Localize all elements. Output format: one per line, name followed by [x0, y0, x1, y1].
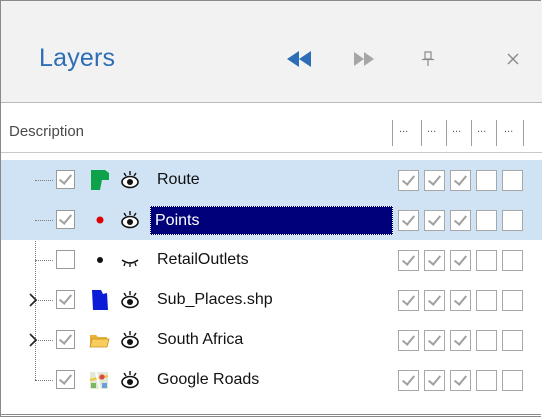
- layer-row-points[interactable]: Points: [1, 200, 542, 240]
- layer-row-retailoutlets[interactable]: RetailOutlets: [1, 240, 542, 280]
- double-left-arrow-icon: [287, 51, 311, 67]
- column-separator: [496, 120, 497, 146]
- panel-bottom-border: [0, 414, 541, 415]
- layer-cell-checkbox[interactable]: [398, 210, 419, 231]
- layer-name[interactable]: Route: [153, 165, 203, 195]
- layer-cell-checkbox[interactable]: [424, 210, 445, 231]
- column-header-3[interactable]: ...: [452, 123, 461, 135]
- back-button[interactable]: [284, 45, 314, 73]
- layer-visibility-checkbox[interactable]: [56, 370, 75, 389]
- layer-row-google-roads[interactable]: Google Roads: [1, 360, 542, 400]
- forward-button[interactable]: [349, 45, 379, 73]
- eye-open-icon[interactable]: [119, 370, 141, 390]
- layer-cell-checkbox[interactable]: [502, 250, 523, 271]
- layer-cell-checkbox[interactable]: [424, 370, 445, 391]
- layer-cell-checkbox[interactable]: [398, 170, 419, 191]
- layer-cell-checkbox[interactable]: [398, 250, 419, 271]
- layer-cell-checkbox[interactable]: [424, 330, 445, 351]
- layer-cell-checkbox[interactable]: [450, 250, 471, 271]
- layer-row-south-africa[interactable]: South Africa: [1, 320, 542, 360]
- point-symbol-icon: [96, 216, 104, 224]
- chevron-right-icon[interactable]: [28, 333, 38, 347]
- grid-header: Description ... ... ... ... ...: [1, 114, 542, 153]
- layer-name[interactable]: Google Roads: [153, 365, 262, 395]
- layer-name[interactable]: Sub_Places.shp: [153, 285, 276, 315]
- eye-open-icon[interactable]: [119, 330, 141, 350]
- layer-name[interactable]: Points: [150, 206, 393, 235]
- column-header-5[interactable]: ...: [504, 123, 513, 135]
- tree-connector: [35, 260, 53, 261]
- layer-cell-checkbox[interactable]: [398, 370, 419, 391]
- layer-visibility-checkbox[interactable]: [56, 290, 75, 309]
- layer-visibility-checkbox[interactable]: [56, 170, 75, 189]
- column-header-4[interactable]: ...: [477, 123, 486, 135]
- layer-cell-checkbox[interactable]: [502, 170, 523, 191]
- layer-cell-checkbox[interactable]: [450, 170, 471, 191]
- layer-cell-checkbox[interactable]: [502, 290, 523, 311]
- column-separator: [421, 120, 422, 146]
- layers-panel: Layers Description ... ... ... ... ... R…: [0, 0, 542, 417]
- panel-title: Layers: [39, 44, 116, 72]
- layer-cell-checkbox[interactable]: [424, 290, 445, 311]
- column-separator: [523, 120, 524, 146]
- eye-open-icon[interactable]: [119, 290, 141, 310]
- point-symbol-icon: [97, 257, 103, 263]
- layer-cell-checkbox[interactable]: [424, 250, 445, 271]
- close-icon: [507, 53, 519, 65]
- layer-cell-checkbox[interactable]: [450, 370, 471, 391]
- map-tiles-icon: [89, 371, 109, 390]
- tree-connector: [35, 220, 53, 221]
- layer-cell-checkbox[interactable]: [476, 250, 497, 271]
- layer-visibility-checkbox[interactable]: [56, 250, 75, 269]
- polygon-layer-icon: [92, 290, 108, 310]
- eye-open-icon[interactable]: [119, 170, 141, 190]
- layer-cell-checkbox[interactable]: [476, 290, 497, 311]
- column-header-2[interactable]: ...: [427, 123, 436, 135]
- column-separator: [392, 120, 393, 146]
- layer-cell-checkbox[interactable]: [450, 210, 471, 231]
- eye-closed-icon[interactable]: [119, 250, 141, 270]
- layer-row-sub-places[interactable]: Sub_Places.shp: [1, 280, 542, 320]
- layer-cell-checkbox[interactable]: [424, 170, 445, 191]
- column-header-description[interactable]: Description: [9, 123, 84, 140]
- layer-cell-checkbox[interactable]: [450, 290, 471, 311]
- pin-button[interactable]: [413, 45, 443, 73]
- eye-open-icon[interactable]: [119, 210, 141, 230]
- layer-cell-checkbox[interactable]: [476, 370, 497, 391]
- layer-cell-checkbox[interactable]: [502, 370, 523, 391]
- layer-cell-checkbox[interactable]: [502, 210, 523, 231]
- chevron-right-icon[interactable]: [28, 293, 38, 307]
- column-separator: [471, 120, 472, 146]
- layer-cell-checkbox[interactable]: [476, 330, 497, 351]
- layer-name[interactable]: South Africa: [153, 325, 246, 355]
- layer-name[interactable]: RetailOutlets: [153, 245, 252, 275]
- pin-icon: [422, 51, 434, 66]
- column-header-1[interactable]: ...: [399, 123, 408, 135]
- close-button[interactable]: [498, 45, 528, 73]
- column-separator: [446, 120, 447, 146]
- layer-cell-checkbox[interactable]: [398, 330, 419, 351]
- layer-visibility-checkbox[interactable]: [56, 210, 75, 229]
- layer-cell-checkbox[interactable]: [450, 330, 471, 351]
- layer-visibility-checkbox[interactable]: [56, 330, 75, 349]
- route-polygon-icon: [91, 170, 109, 190]
- folder-icon: [89, 335, 110, 348]
- layer-row-route[interactable]: Route: [1, 160, 542, 200]
- layer-cell-checkbox[interactable]: [476, 170, 497, 191]
- panel-header: Layers: [1, 1, 542, 103]
- layer-cell-checkbox[interactable]: [476, 210, 497, 231]
- layer-cell-checkbox[interactable]: [502, 330, 523, 351]
- tree-connector: [35, 380, 53, 381]
- layer-cell-checkbox[interactable]: [398, 290, 419, 311]
- tree-connector: [35, 180, 53, 181]
- double-right-arrow-icon: [354, 52, 374, 66]
